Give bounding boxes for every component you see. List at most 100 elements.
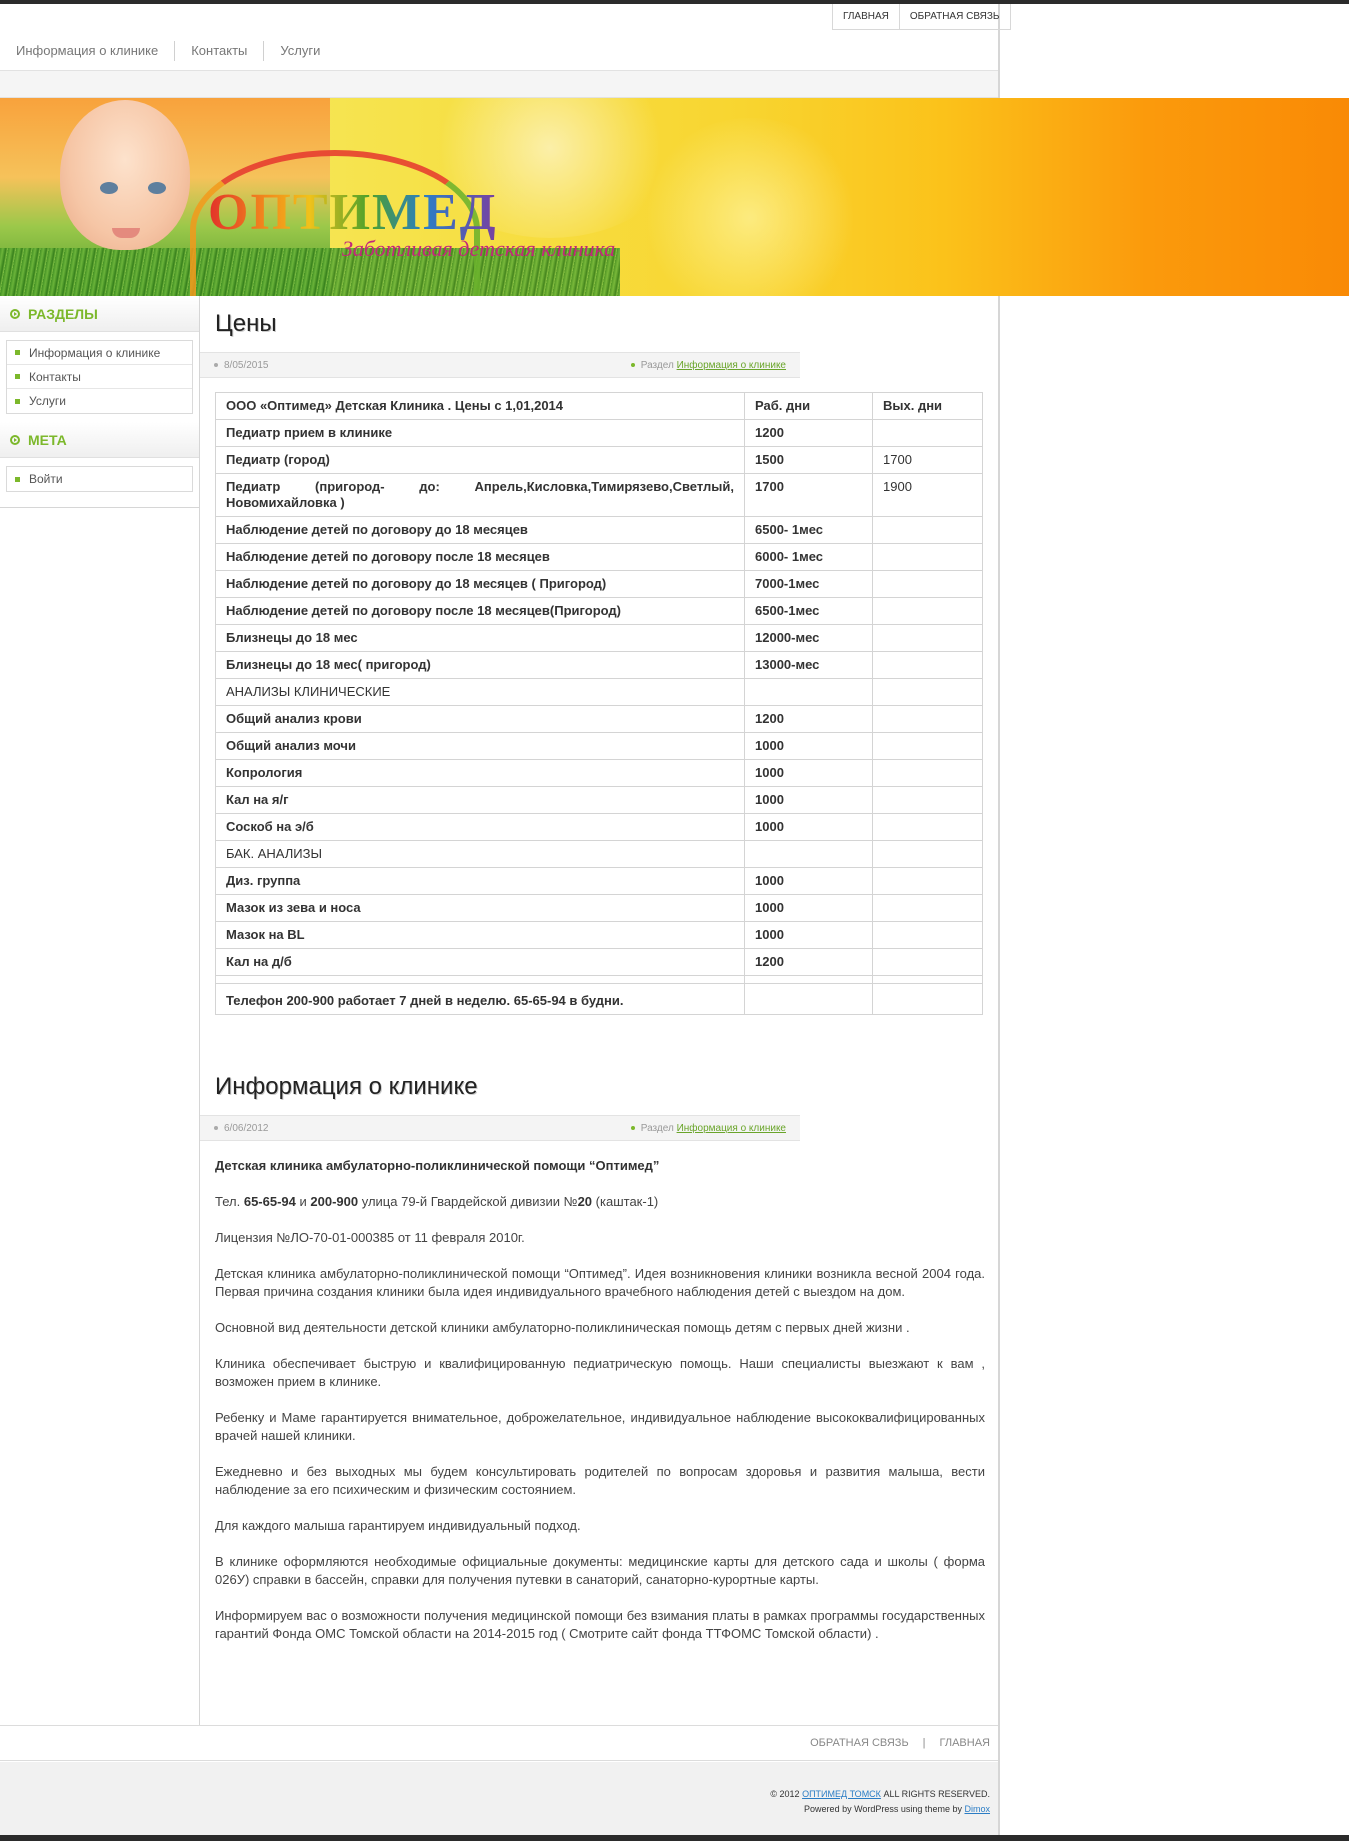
site-logo[interactable]: ОПТИМЕД xyxy=(208,183,498,242)
table-cell: Диз. группа xyxy=(215,867,745,895)
table-cell: Педиатр (пригород- до: Апрель,Кисловка,Т… xyxy=(215,473,745,517)
table-cell: Педиатр прием в клинике xyxy=(215,419,745,447)
table-cell xyxy=(744,678,873,706)
table-cell xyxy=(872,543,983,571)
table-row: Наблюдение детей по договору после 18 ме… xyxy=(215,597,983,625)
table-cell: 1000 xyxy=(744,759,873,787)
table-cell xyxy=(872,786,983,814)
table-cell: 1900 xyxy=(872,473,983,517)
table-cell xyxy=(872,894,983,922)
table-cell: 1200 xyxy=(744,419,873,447)
table-cell xyxy=(872,813,983,841)
article-paragraph: В клинике оформляются необходимые официа… xyxy=(215,1554,985,1587)
table-row: Близнецы до 18 мес 12000-мес xyxy=(215,624,983,652)
top-link-home[interactable]: Главная xyxy=(833,4,900,29)
table-cell: Близнецы до 18 мес xyxy=(215,624,745,652)
category-link[interactable]: Информация о клинике xyxy=(677,360,786,371)
article-paragraph: Ежедневно и без выходных мы будем консул… xyxy=(215,1464,985,1497)
sidebar-item-clinic-info[interactable]: Информация о клинике xyxy=(7,341,192,365)
dot-icon xyxy=(214,362,218,367)
table-cell xyxy=(744,983,873,1015)
post-meta: 6/06/2012 Раздел Информация о клинике xyxy=(200,1115,800,1141)
table-cell: Наблюдение детей по договору после 18 ме… xyxy=(215,597,745,625)
table-cell: 1700 xyxy=(872,446,983,474)
post-date: 6/06/2012 xyxy=(214,1123,269,1134)
site-tagline: Заботливая детская клиника xyxy=(342,236,616,261)
post-title-prices[interactable]: Цены xyxy=(215,310,985,338)
article-paragraphs: Детская клиника амбулаторно-поликлиничес… xyxy=(215,1265,985,1643)
nav-item-services[interactable]: Услуги xyxy=(264,41,336,61)
post-date: 8/05/2015 xyxy=(214,360,269,371)
footer-link-home[interactable]: Главная xyxy=(940,1737,990,1749)
table-cell: 1500 xyxy=(744,446,873,474)
table-cell xyxy=(872,921,983,949)
bullet-icon xyxy=(15,374,20,379)
table-row: Наблюдение детей по договору после 18 ме… xyxy=(215,543,983,571)
table-cell xyxy=(215,975,745,984)
bullet-icon xyxy=(15,350,20,355)
table-cell xyxy=(872,759,983,787)
article-license: Лицензия №ЛО-70-01-000385 от 11 февраля … xyxy=(215,1230,525,1245)
article-lead: Детская клиника амбулаторно-поликлиничес… xyxy=(215,1158,660,1173)
post-category: Раздел Информация о клинике xyxy=(630,360,786,371)
table-cell: Кал на я/г xyxy=(215,786,745,814)
nav-item-clinic-info[interactable]: Информация о клинике xyxy=(0,41,176,61)
table-cell xyxy=(872,570,983,598)
copyright-link[interactable]: ОПТИМЕД ТОМСК xyxy=(802,1789,881,1799)
bullet-icon xyxy=(15,476,20,482)
article-paragraph: Основной вид деятельности детской клиник… xyxy=(215,1320,910,1335)
footer-link-feedback[interactable]: Обратная связь xyxy=(810,1737,909,1749)
table-cell: Кал на д/б xyxy=(215,948,745,976)
table-cell: Мазок на BL xyxy=(215,921,745,949)
sidebar: Разделы Информация о клинике Контакты Ус… xyxy=(0,296,200,1726)
table-row: Кал на д/б 1200 xyxy=(215,948,983,976)
header-banner: ОПТИМЕД Заботливая детская клиника xyxy=(0,98,1349,296)
table-cell: Общий анализ крови xyxy=(215,705,745,733)
table-cell: 1000 xyxy=(744,921,873,949)
footer-separator: | xyxy=(922,1737,926,1749)
article-paragraph: Информируем вас о возможности получения … xyxy=(215,1608,985,1641)
top-link-feedback[interactable]: Обратная связь xyxy=(900,4,1011,29)
theme-author-link[interactable]: Dimox xyxy=(964,1804,990,1814)
table-cell xyxy=(744,975,873,984)
table-cell xyxy=(872,732,983,760)
article-paragraph: Ребенку и Маме гарантируется внимательно… xyxy=(215,1410,985,1443)
table-row: Близнецы до 18 мес( пригород) 13000-мес xyxy=(215,651,983,679)
table-row: Наблюдение детей по договору до 18 месяц… xyxy=(215,516,983,544)
table-cell: Мазок из зева и носа xyxy=(215,894,745,922)
table-row: Телефон 200-900 работает 7 дней в неделю… xyxy=(215,983,983,1015)
sidebar-item-contacts[interactable]: Контакты xyxy=(7,365,192,389)
table-cell: 7000-1мес xyxy=(744,570,873,598)
table-cell: Телефон 200-900 работает 7 дней в неделю… xyxy=(215,983,745,1015)
post-title-clinic-info[interactable]: Информация о клинике xyxy=(215,1073,985,1101)
table-cell xyxy=(872,624,983,652)
table-cell: 6000- 1мес xyxy=(744,543,873,571)
table-cell: БАК. АНАЛИЗЫ xyxy=(215,840,745,868)
nav-item-contacts[interactable]: Контакты xyxy=(175,41,265,61)
post-meta: 8/05/2015 Раздел Информация о клинике xyxy=(200,352,800,378)
table-cell xyxy=(872,705,983,733)
price-table: ООО «Оптимед» Детская Клиника . Цены с 1… xyxy=(215,392,983,1015)
table-row: Мазок из зева и носа 1000 xyxy=(215,894,983,922)
table-cell: 1200 xyxy=(744,948,873,976)
widget-title-meta: Мета xyxy=(0,422,199,458)
arrow-circle-icon xyxy=(10,308,20,319)
powered-by: Powered by WordPress using theme by Dimo… xyxy=(804,1804,990,1814)
sidebar-item-services[interactable]: Услуги xyxy=(7,389,192,413)
table-cell: Соскоб на э/б xyxy=(215,813,745,841)
table-row: БАК. АНАЛИЗЫ xyxy=(215,840,983,868)
article-paragraph: Детская клиника амбулаторно-поликлиничес… xyxy=(215,1266,985,1299)
nav-subbar xyxy=(0,70,998,98)
table-row: Соскоб на э/б 1000 xyxy=(215,813,983,841)
table-cell xyxy=(744,840,873,868)
table-cell: Наблюдение детей по договору до 18 месяц… xyxy=(215,516,745,544)
sidebar-item-login[interactable]: Войти xyxy=(7,467,192,491)
post-category: Раздел Информация о клинике xyxy=(630,1123,786,1134)
table-cell xyxy=(872,840,983,868)
category-link[interactable]: Информация о клинике xyxy=(677,1123,786,1134)
table-row: Диз. группа 1000 xyxy=(215,867,983,895)
table-cell: Наблюдение детей по договору до 18 месяц… xyxy=(215,570,745,598)
baby-eye xyxy=(100,182,118,194)
article-phones: Тел. 65-65-94 и 200-900 улица 79-й Гвард… xyxy=(215,1194,659,1209)
dot-icon xyxy=(630,362,635,367)
